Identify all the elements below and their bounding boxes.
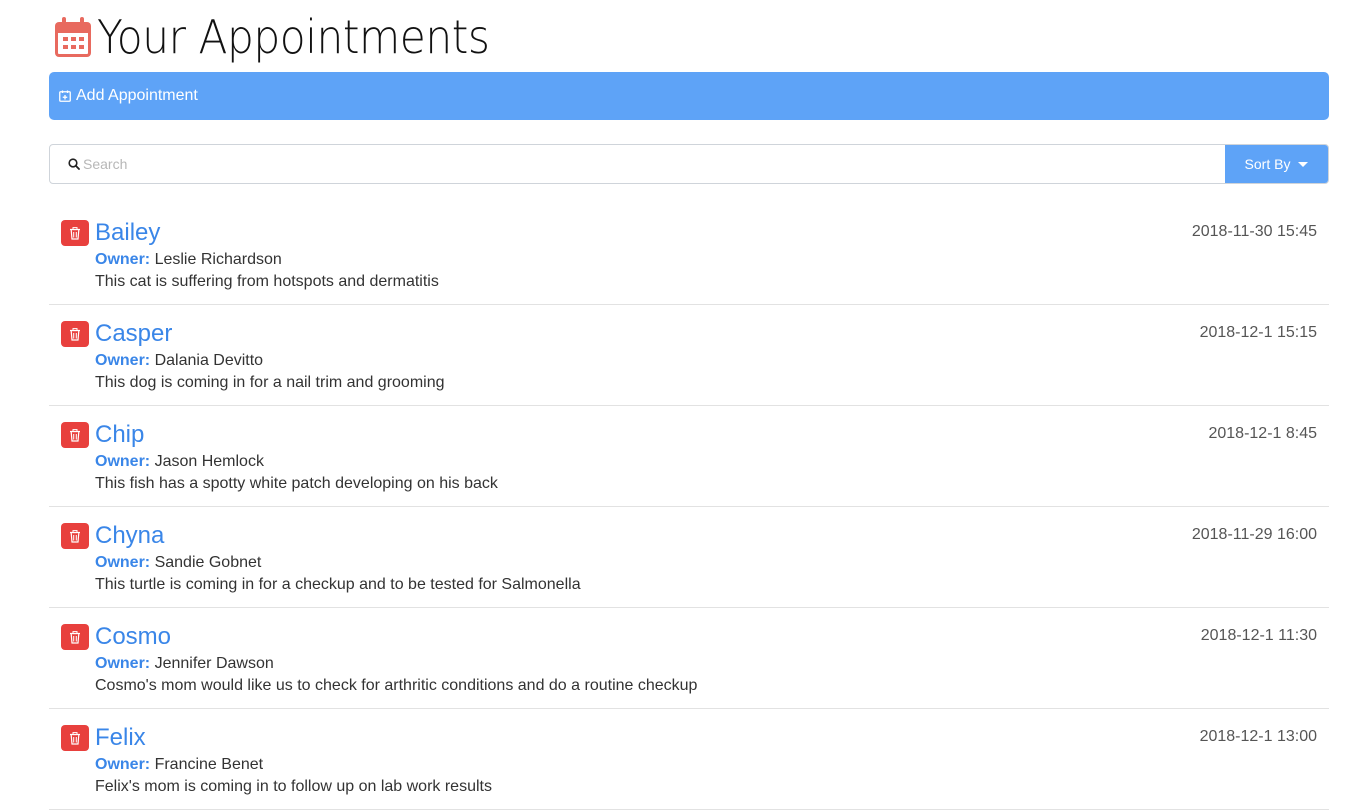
- appointment-item: Chip 2018-12-1 8:45 Owner: Jason Hemlock…: [49, 406, 1329, 507]
- delete-button[interactable]: [61, 624, 89, 650]
- pet-name[interactable]: Bailey: [95, 219, 160, 247]
- pet-name[interactable]: Casper: [95, 320, 172, 348]
- add-appointment-button[interactable]: Add Appointment: [49, 72, 1329, 120]
- appointment-date: 2018-11-29 16:00: [1191, 526, 1317, 543]
- appointment-list: Bailey 2018-11-30 15:45 Owner: Leslie Ri…: [49, 204, 1329, 810]
- owner-line: Owner: Sandie Gobnet: [95, 554, 261, 572]
- header: Your Appointments: [49, 0, 1329, 72]
- pet-name[interactable]: Chip: [95, 421, 144, 449]
- search-input[interactable]: [80, 145, 1225, 183]
- delete-button[interactable]: [61, 523, 89, 549]
- owner-label: Owner:: [95, 453, 151, 470]
- owner-line: Owner: Leslie Richardson: [95, 251, 282, 269]
- app-container: Your Appointments Add Appointment Sort B…: [49, 0, 1329, 810]
- search-icon: [68, 158, 80, 170]
- appointment-notes: Felix's mom is coming in to follow up on…: [95, 778, 492, 795]
- trash-icon: [70, 529, 80, 543]
- page-title: Your Appointments: [97, 10, 490, 64]
- pet-name[interactable]: Chyna: [95, 522, 164, 550]
- appointment-notes: This turtle is coming in for a checkup a…: [95, 576, 581, 593]
- calendar-icon: [55, 17, 91, 57]
- appointment-date: 2018-11-30 15:45: [1191, 223, 1317, 240]
- owner-label: Owner:: [95, 554, 151, 571]
- calendar-plus-icon: [59, 90, 71, 102]
- appointment-notes: This dog is coming in for a nail trim an…: [95, 374, 445, 391]
- trash-icon: [70, 327, 80, 341]
- trash-icon: [70, 226, 80, 240]
- owner-label: Owner:: [95, 756, 151, 773]
- search-icon-wrapper: [50, 145, 80, 183]
- appointment-date: 2018-12-1 11:30: [1200, 627, 1317, 644]
- owner-name: Jason Hemlock: [154, 453, 264, 470]
- trash-icon: [70, 630, 80, 644]
- delete-button[interactable]: [61, 725, 89, 751]
- appointment-item: Casper 2018-12-1 15:15 Owner: Dalania De…: [49, 305, 1329, 406]
- appointment-item: Cosmo 2018-12-1 11:30 Owner: Jennifer Da…: [49, 608, 1329, 709]
- sort-by-dropdown[interactable]: Sort By: [1225, 145, 1328, 183]
- owner-label: Owner:: [95, 352, 151, 369]
- pet-name[interactable]: Cosmo: [95, 623, 171, 651]
- owner-label: Owner:: [95, 655, 151, 672]
- owner-name: Francine Benet: [154, 756, 264, 773]
- owner-label: Owner:: [95, 251, 151, 268]
- appointment-notes: This cat is suffering from hotspots and …: [95, 273, 439, 290]
- appointment-notes: This fish has a spotty white patch devel…: [95, 475, 498, 492]
- appointment-item: Felix 2018-12-1 13:00 Owner: Francine Be…: [49, 709, 1329, 810]
- trash-icon: [70, 428, 80, 442]
- owner-name: Sandie Gobnet: [154, 554, 262, 571]
- sort-by-label: Sort By: [1244, 156, 1291, 172]
- owner-name: Dalania Devitto: [154, 352, 264, 369]
- owner-line: Owner: Jennifer Dawson: [95, 655, 274, 673]
- appointment-item: Chyna 2018-11-29 16:00 Owner: Sandie Gob…: [49, 507, 1329, 608]
- appointment-date: 2018-12-1 13:00: [1199, 728, 1317, 745]
- appointment-date: 2018-12-1 15:15: [1199, 324, 1317, 341]
- pet-name[interactable]: Felix: [95, 724, 146, 752]
- delete-button[interactable]: [61, 422, 89, 448]
- trash-icon: [70, 731, 80, 745]
- appointment-notes: Cosmo's mom would like us to check for a…: [95, 677, 698, 694]
- owner-line: Owner: Dalania Devitto: [95, 352, 263, 370]
- caret-down-icon: [1298, 161, 1309, 167]
- delete-button[interactable]: [61, 321, 89, 347]
- delete-button[interactable]: [61, 220, 89, 246]
- appointment-item: Bailey 2018-11-30 15:45 Owner: Leslie Ri…: [49, 204, 1329, 305]
- search-bar: Sort By: [49, 144, 1329, 184]
- owner-name: Jennifer Dawson: [154, 655, 274, 672]
- add-appointment-label: Add Appointment: [76, 87, 198, 104]
- owner-line: Owner: Francine Benet: [95, 756, 263, 774]
- owner-line: Owner: Jason Hemlock: [95, 453, 264, 471]
- owner-name: Leslie Richardson: [154, 251, 282, 268]
- appointment-date: 2018-12-1 8:45: [1208, 425, 1317, 442]
